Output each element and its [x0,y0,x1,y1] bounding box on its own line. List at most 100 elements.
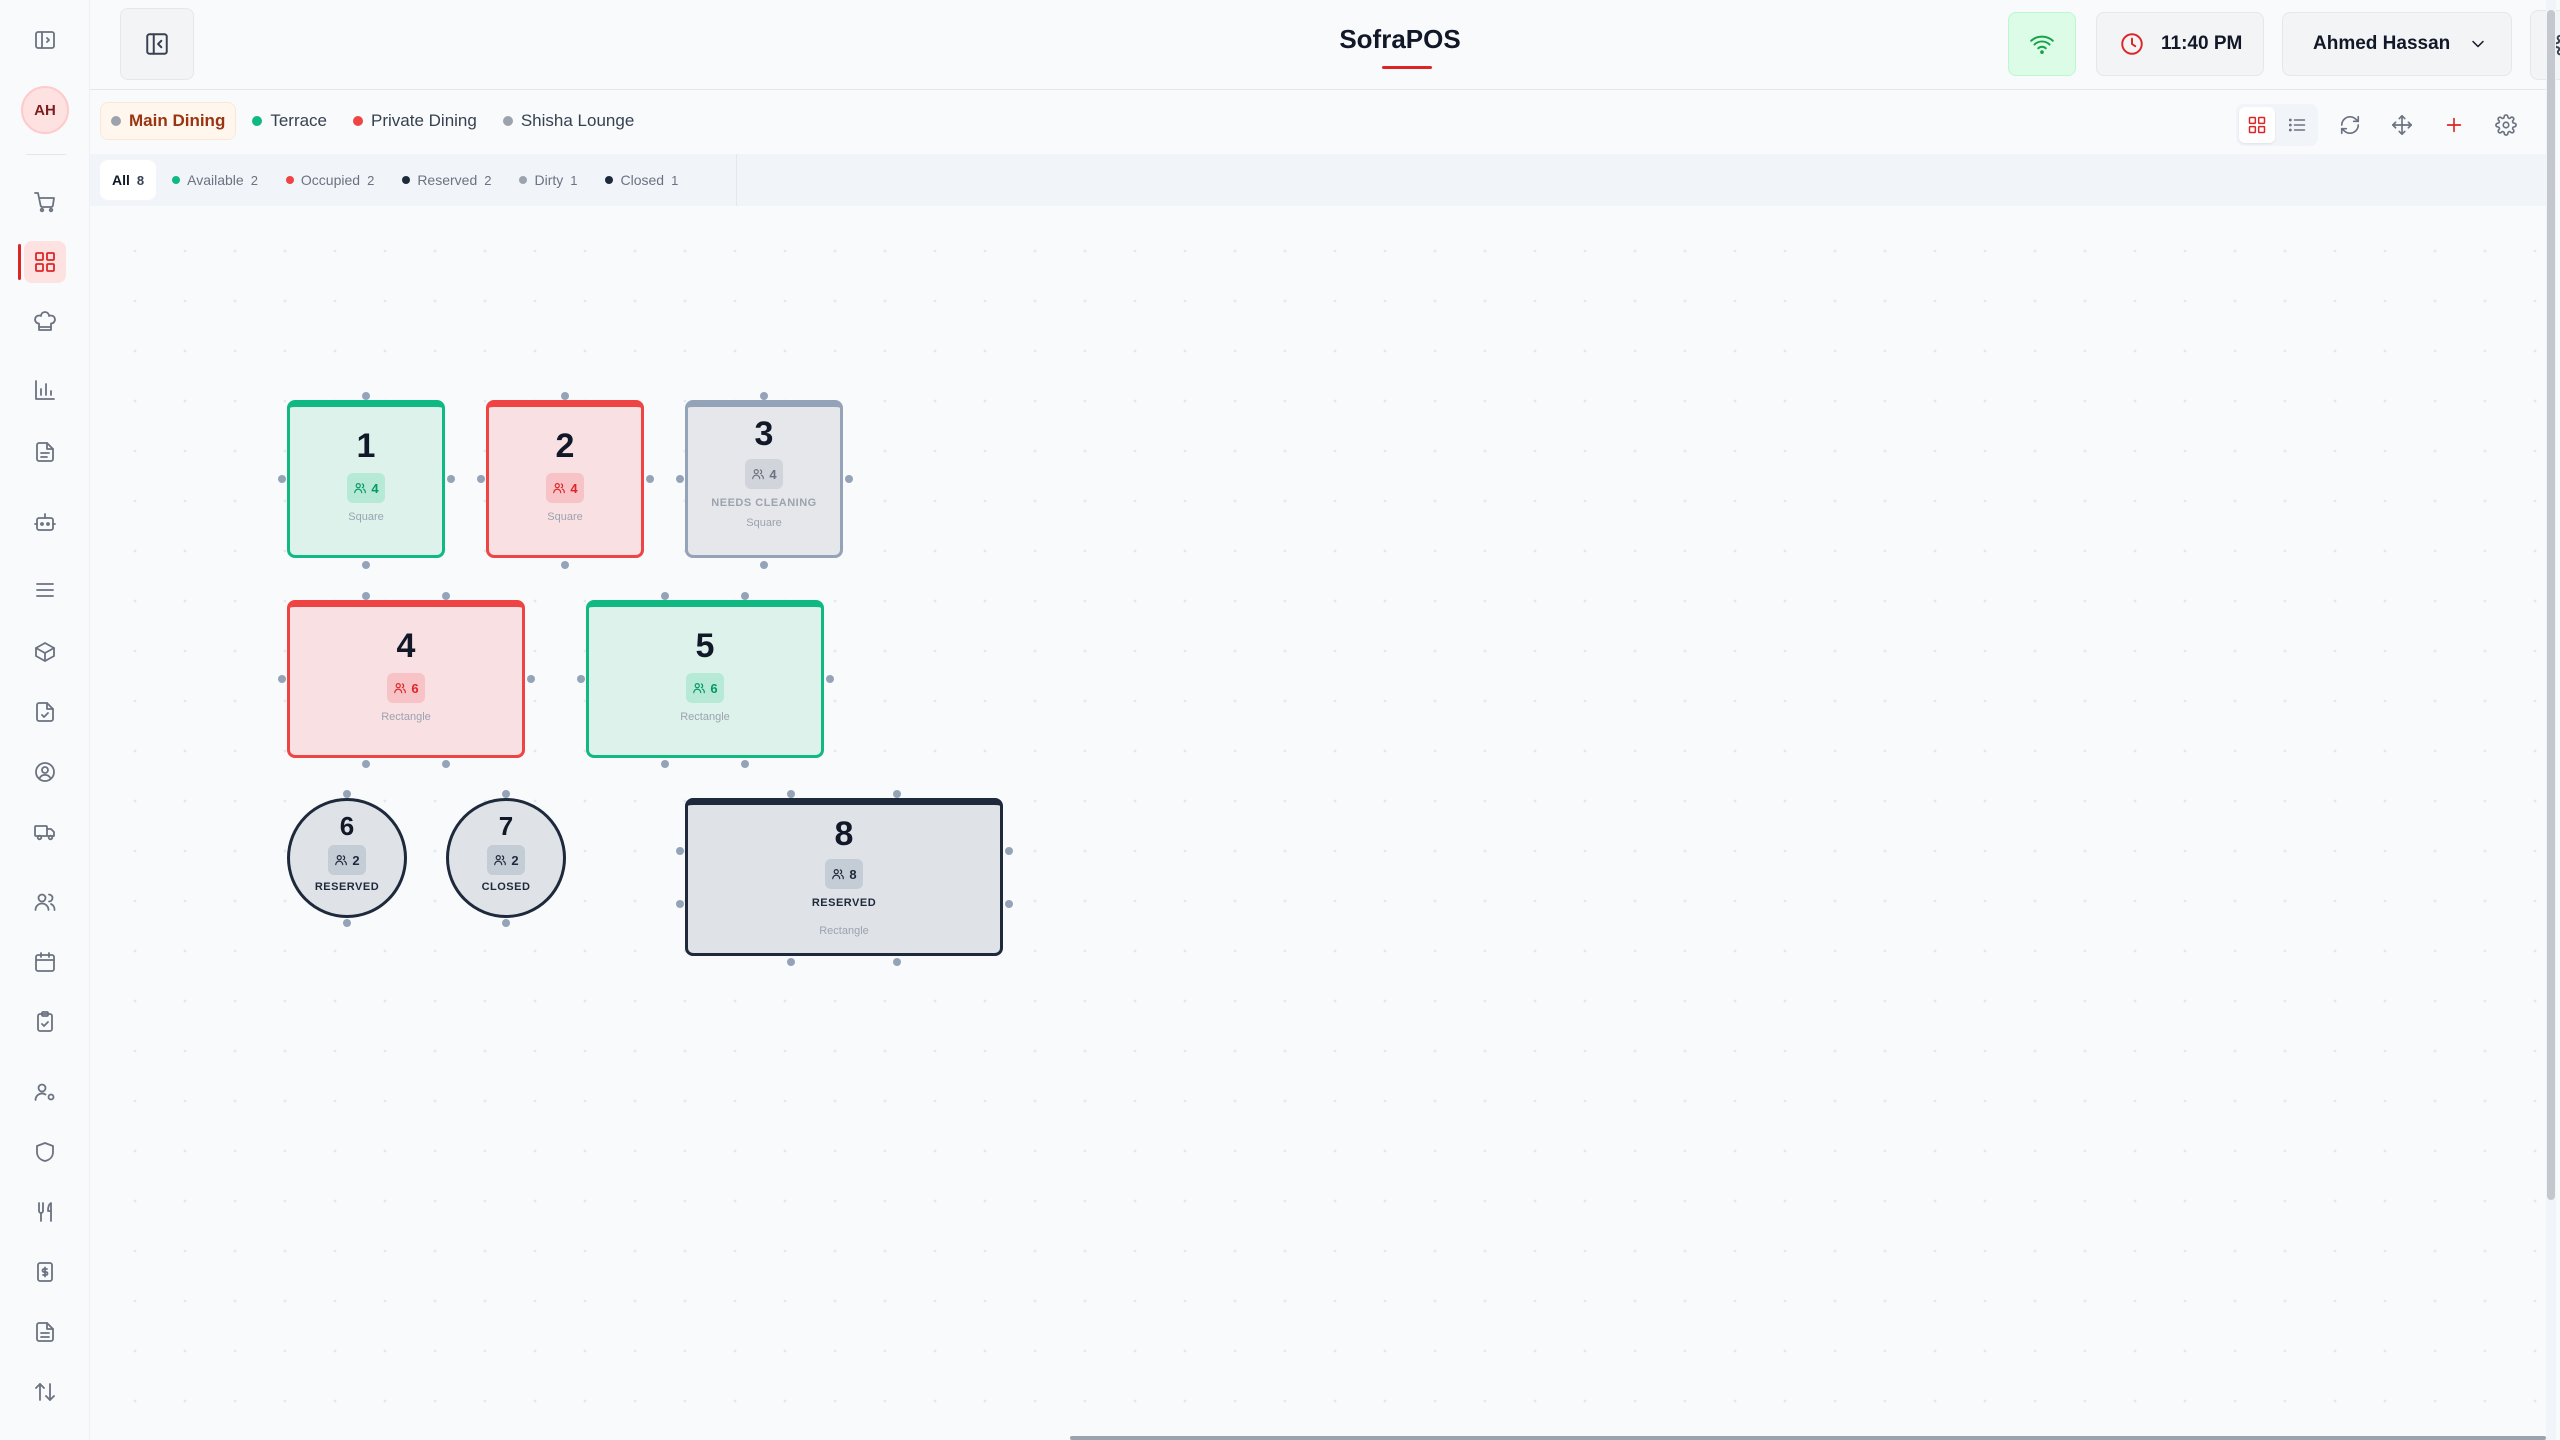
chair-handle [577,675,585,683]
user-name: Ahmed Hassan [2313,33,2451,54]
filters-divider [736,154,737,206]
filter-reserved[interactable]: Reserved 2 [390,160,503,200]
grid-icon[interactable] [24,241,66,283]
filter-occupied[interactable]: Occupied 2 [274,160,386,200]
table-4[interactable]: 4 6 Rectangle [287,600,525,758]
shield-icon[interactable] [27,1134,63,1170]
table-5[interactable]: 5 6 Rectangle [586,600,824,758]
sidebar-toggle-icon[interactable] [27,22,63,58]
rail-divider [26,154,66,155]
chair-handle [893,958,901,966]
filter-count: 8 [136,172,145,188]
tab-shisha-lounge[interactable]: Shisha Lounge [493,102,644,140]
list-view-button[interactable] [2279,107,2315,143]
cart-icon[interactable] [27,184,63,220]
capacity-badge: 6 [686,673,724,703]
calendar-icon[interactable] [27,944,63,980]
sort-arrows-icon[interactable] [27,1374,63,1410]
chair-handle [362,561,370,569]
users-icon [394,683,407,694]
move-layout-button[interactable] [2376,104,2428,146]
receipt-icon[interactable] [27,1314,63,1350]
grid-icon [2248,116,2266,134]
truck-icon[interactable] [27,814,63,850]
area-tabs: Main Dining Terrace Private Dining Shish… [100,102,644,140]
filter-count: 2 [484,172,492,188]
clock-icon [2121,33,2143,55]
table-shape: Square [348,511,384,523]
utensils-icon[interactable] [27,1194,63,1230]
chair-handle [343,790,351,798]
clock-display: 11:40 PM [2096,12,2264,76]
capacity-badge: 8 [825,859,863,889]
layout-settings-button[interactable] [2480,104,2532,146]
chair-handle [278,475,286,483]
chevron-down-icon [2472,40,2485,48]
menu-list-icon[interactable] [27,572,63,608]
collapse-sidebar-button[interactable] [120,8,194,80]
chair-handle [826,675,834,683]
table-6[interactable]: 6 2 RESERVED [287,798,407,918]
capacity-value: 4 [769,466,777,482]
chair-handle [893,790,901,798]
user-menu-button[interactable]: Ahmed Hassan [2282,12,2512,76]
tab-label: Shisha Lounge [520,111,635,130]
capacity-value: 6 [411,680,419,696]
robot-icon[interactable] [27,504,63,540]
dollar-receipt-icon[interactable] [27,1254,63,1290]
area-dot [353,116,364,126]
table-7[interactable]: 7 2 CLOSED [446,798,566,918]
file-check-icon[interactable] [27,694,63,730]
table-number: 1 [356,427,376,465]
grid-view-button[interactable] [2239,107,2275,143]
vertical-scrollbar[interactable] [2547,10,2555,1200]
horizontal-scrollbar[interactable] [1070,1436,2546,1440]
chair-handle [527,675,535,683]
refresh-button[interactable] [2324,104,2376,146]
filter-all[interactable]: All 8 [100,160,157,200]
filter-available[interactable]: Available 2 [160,160,270,200]
tab-private-dining[interactable]: Private Dining [343,102,487,140]
package-icon[interactable] [27,634,63,670]
add-table-button[interactable] [2428,104,2480,146]
users-icon [832,869,845,880]
plus-icon [2446,117,2462,133]
chair-handle [561,392,569,400]
table-8[interactable]: 8 8 RESERVED Rectangle [685,798,1003,956]
chef-hat-icon[interactable] [27,304,63,340]
users-icon [553,483,566,494]
chair-handle [362,760,370,768]
chair-handle [477,475,485,483]
wifi-icon [2030,35,2054,54]
view-mode-toggle [2236,104,2318,146]
avatar[interactable]: AH [21,86,69,134]
capacity-badge: 2 [487,845,525,875]
connection-status-button[interactable] [2008,12,2076,76]
capacity-value: 4 [570,480,578,496]
user-circle-icon[interactable] [27,754,63,790]
filter-dot [285,176,294,184]
table-number: 6 [339,811,355,841]
current-time: 11:40 PM [2161,33,2243,54]
chair-handle [661,760,669,768]
users-icon [693,683,706,694]
capacity-value: 6 [710,680,718,696]
chair-handle [741,592,749,600]
filter-dot [519,176,528,184]
user-gear-icon[interactable] [27,1074,63,1110]
bar-chart-icon[interactable] [27,372,63,408]
clipboard-check-icon[interactable] [27,1004,63,1040]
tab-main-dining[interactable]: Main Dining [100,102,237,140]
users-icon[interactable] [27,884,63,920]
filter-dirty[interactable]: Dirty 1 [507,160,589,200]
table-shape: Rectangle [381,711,431,723]
title-underline [1382,66,1432,69]
table-status-label: RESERVED [811,897,877,909]
filter-closed[interactable]: Closed 1 [593,160,690,200]
table-1[interactable]: 1 4 Square [287,400,445,558]
document-icon[interactable] [27,434,63,470]
tab-terrace[interactable]: Terrace [242,102,337,140]
app-title: SofraPOS [1339,24,1461,54]
table-2[interactable]: 2 4 Square [486,400,644,558]
table-3[interactable]: 3 4 NEEDS CLEANING Square [685,400,843,558]
